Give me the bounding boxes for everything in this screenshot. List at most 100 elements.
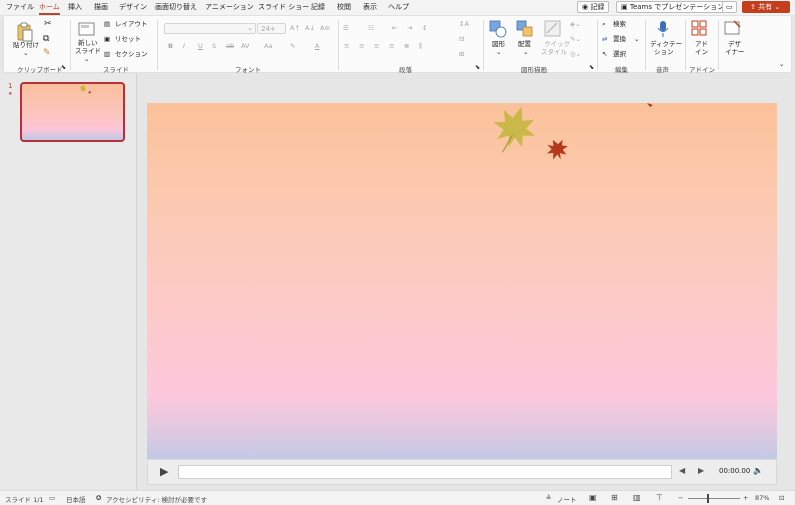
chevron-down-icon[interactable]: ⌄ — [634, 35, 639, 43]
cut-icon[interactable]: ✂ — [44, 20, 52, 29]
collapse-ribbon-icon[interactable]: ⌄ — [779, 60, 784, 68]
font-color-icon[interactable]: A — [315, 42, 319, 50]
fit-to-window-icon[interactable]: ⊡ — [779, 494, 784, 502]
shape-effects-icon[interactable]: ◎⌄ — [570, 50, 581, 58]
tab-home[interactable]: ホーム — [39, 2, 60, 15]
tab-transitions[interactable]: 画面切り替え — [155, 2, 197, 12]
media-player-bar: ▶ ◀︎ ▶︎ 00:00.00 🔈 — [147, 459, 777, 485]
shape-fill-icon[interactable]: ◈⌄ — [570, 20, 580, 28]
new-slide-button[interactable]: 新しい — [78, 39, 98, 47]
zoom-slider[interactable] — [688, 498, 740, 499]
text-direction-icon[interactable]: ↕A — [459, 20, 469, 28]
underline-icon[interactable]: U — [198, 42, 203, 50]
align-center-icon[interactable]: ≡ — [359, 42, 364, 50]
italic-icon[interactable]: I — [183, 42, 185, 50]
comments-button[interactable]: ▭ — [722, 1, 737, 13]
justify-icon[interactable]: ≡ — [389, 42, 394, 50]
paste-button[interactable]: 貼り付け — [13, 41, 39, 49]
replace-button[interactable]: 置換 — [613, 35, 626, 43]
shape-outline-icon[interactable]: ✎⌄ — [570, 35, 581, 43]
font-name-combo[interactable]: ⌄ — [164, 23, 256, 34]
media-progress-track[interactable] — [178, 465, 672, 479]
clear-format-icon[interactable]: A⊘ — [320, 24, 330, 32]
designer-button[interactable]: デザ — [728, 40, 741, 48]
align-right-icon[interactable]: ≡ — [374, 42, 379, 50]
align-text-icon[interactable]: ⊟ — [459, 35, 464, 43]
teams-present-button[interactable]: ▣ Teams でプレゼンテーション — [616, 1, 730, 13]
decrease-indent-icon[interactable]: ⇤ — [392, 24, 397, 32]
tab-view[interactable]: 表示 — [363, 2, 377, 12]
notes-button[interactable]: ノート — [557, 494, 577, 504]
shadow-icon[interactable]: S — [212, 42, 216, 50]
tab-insert[interactable]: 挿入 — [68, 2, 82, 12]
divider — [685, 20, 686, 70]
find-button[interactable]: 検索 — [613, 20, 626, 28]
chevron-down-icon[interactable]: ⌄ — [23, 49, 28, 57]
bold-icon[interactable]: B — [168, 42, 173, 50]
arrange-button[interactable]: 配置 — [518, 40, 531, 48]
dialog-launcher-icon[interactable]: ⬊ — [589, 64, 594, 72]
skip-back-icon[interactable]: ◀︎ — [679, 466, 685, 475]
chevron-down-icon[interactable]: ⌄ — [84, 55, 89, 63]
columns-icon[interactable]: ⫼ — [419, 42, 422, 50]
tab-file[interactable]: ファイル — [6, 2, 34, 12]
zoom-slider-thumb[interactable] — [707, 494, 709, 503]
dictate-button[interactable]: ディクテー — [650, 40, 682, 48]
select-button[interactable]: 選択 — [613, 50, 626, 58]
distributed-icon[interactable]: ≣ — [404, 42, 409, 50]
grow-font-icon[interactable]: A↑ — [290, 24, 300, 32]
tab-review[interactable]: 校閲 — [337, 2, 351, 12]
char-spacing-icon[interactable]: AV — [241, 42, 249, 50]
shapes-icon — [489, 20, 507, 38]
font-size-combo[interactable]: 24+ — [257, 23, 286, 34]
zoom-in-icon[interactable]: + — [743, 494, 748, 502]
slide-canvas[interactable] — [147, 103, 777, 459]
layout-button[interactable]: レイアウト — [115, 20, 148, 28]
quick-styles-button[interactable]: クイック — [544, 40, 570, 48]
tab-animations[interactable]: アニメーション — [205, 2, 254, 12]
smartart-icon[interactable]: ⊞ — [459, 50, 464, 58]
slide-sorter-icon[interactable]: ⊞ — [611, 493, 618, 502]
dialog-launcher-icon[interactable]: ⬊ — [61, 64, 66, 72]
spellcheck-icon[interactable]: ▭ — [49, 494, 55, 502]
addins-button[interactable]: アド — [695, 40, 708, 48]
chevron-down-icon[interactable]: ⌄ — [496, 48, 501, 56]
zoom-out-icon[interactable]: − — [678, 494, 683, 502]
share-button[interactable]: ⇪ 共有 ⌄ — [742, 1, 790, 13]
tab-record[interactable]: 記録 — [311, 2, 325, 12]
slide-thumbnail[interactable] — [20, 82, 125, 142]
zoom-level[interactable]: 87% — [755, 494, 769, 502]
section-button[interactable]: セクション — [115, 50, 148, 58]
tab-design[interactable]: デザイン — [119, 2, 147, 12]
format-painter-icon[interactable]: ✎ — [43, 49, 51, 58]
reading-view-icon[interactable]: ▥ — [633, 493, 641, 502]
record-button[interactable]: ◉ 記録 — [577, 1, 610, 13]
increase-indent-icon[interactable]: ⇥ — [407, 24, 412, 32]
slideshow-icon[interactable]: ⊤ — [656, 493, 663, 502]
arrange-icon — [516, 20, 533, 37]
tab-help[interactable]: ヘルプ — [388, 2, 409, 12]
reset-button[interactable]: リセット — [115, 35, 141, 43]
volume-icon[interactable]: 🔈 — [753, 466, 763, 475]
line-spacing-icon[interactable]: ↕ — [422, 24, 427, 32]
copy-icon[interactable]: ⧉ — [43, 35, 49, 44]
normal-view-icon[interactable]: ▣ — [589, 493, 597, 502]
strikethrough-icon[interactable]: ab — [226, 42, 234, 50]
highlight-icon[interactable]: ✎ — [290, 42, 295, 50]
accessibility-status[interactable]: アクセシビリティ: 検討が必要です — [106, 494, 207, 504]
tab-slideshow[interactable]: スライド ショー — [258, 2, 309, 12]
language-indicator[interactable]: 日本語 — [66, 494, 86, 504]
chevron-down-icon[interactable]: ⌄ — [523, 48, 528, 56]
align-left-icon[interactable]: ≡ — [344, 42, 349, 50]
editing-group-label: 編集 — [615, 66, 628, 74]
shapes-button[interactable]: 図形 — [492, 40, 505, 48]
shrink-font-icon[interactable]: A↓ — [305, 24, 315, 32]
drawing-group-label: 図形描画 — [521, 66, 547, 74]
numbering-icon[interactable]: ☷ — [368, 24, 374, 32]
dialog-launcher-icon[interactable]: ⬊ — [475, 64, 480, 72]
skip-forward-icon[interactable]: ▶︎ — [698, 466, 704, 475]
change-case-icon[interactable]: Aa — [264, 42, 272, 50]
bullets-icon[interactable]: ☰ — [343, 24, 349, 32]
play-icon[interactable]: ▶ — [160, 465, 168, 478]
tab-draw[interactable]: 描画 — [94, 2, 108, 12]
